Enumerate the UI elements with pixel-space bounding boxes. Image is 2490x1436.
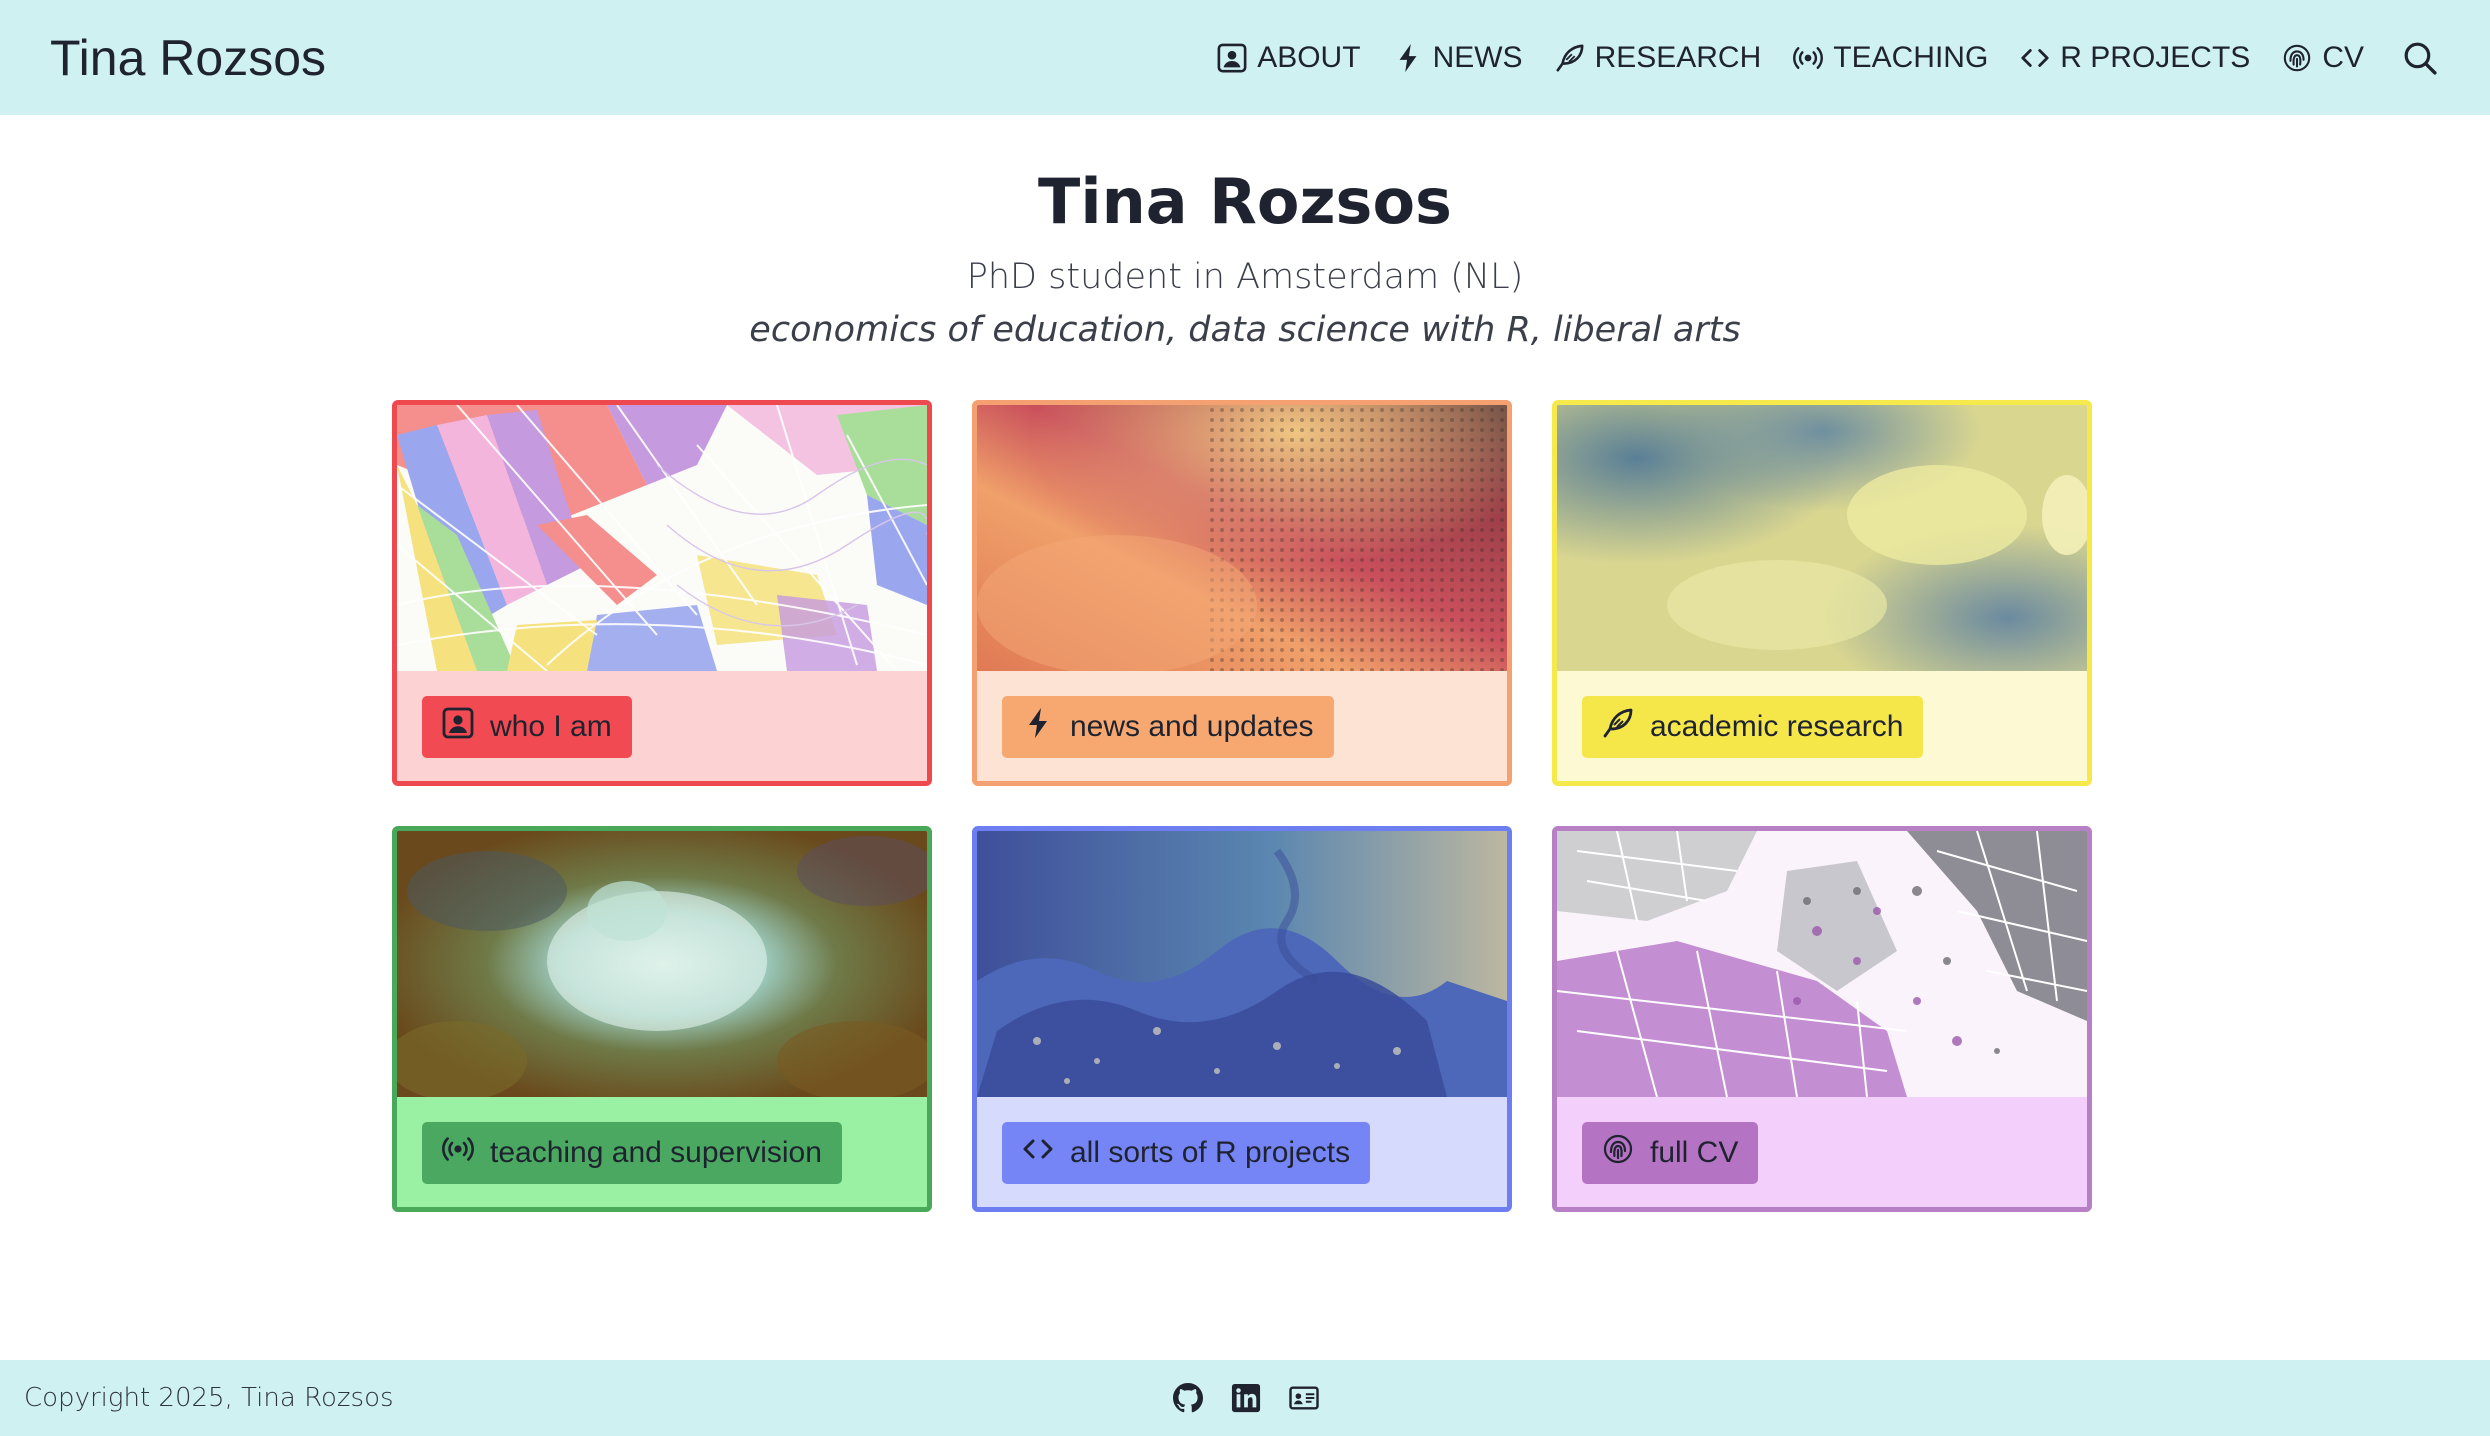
- broadcast-icon: [1791, 41, 1825, 75]
- nav-label: R PROJECTS: [2060, 40, 2251, 74]
- linkedin-icon[interactable]: [1228, 1380, 1264, 1416]
- r-projects-button[interactable]: all sorts of R projects: [1002, 1122, 1371, 1184]
- email-card-icon[interactable]: [1286, 1380, 1322, 1416]
- teaching-and-supervision-button[interactable]: teaching and supervision: [422, 1122, 842, 1184]
- code-icon: [2018, 41, 2052, 75]
- site-brand[interactable]: Tina Rozsos: [50, 29, 326, 87]
- page-tagline: economics of education, data science wit…: [749, 310, 1741, 350]
- who-i-am-button[interactable]: who I am: [422, 696, 632, 758]
- card-image: [397, 831, 927, 1097]
- card-about[interactable]: who I am: [392, 400, 932, 786]
- card-news[interactable]: news and updates: [972, 400, 1512, 786]
- fingerprint-icon: [1602, 1133, 1634, 1173]
- card-cv[interactable]: full CV: [1552, 826, 2092, 1212]
- nav-label: NEWS: [1432, 40, 1523, 74]
- card-image: [397, 405, 927, 671]
- card-label: academic research: [1650, 710, 1904, 743]
- card-label: who I am: [490, 710, 612, 743]
- hero: Tina Rozsos PhD student in Amsterdam (NL…: [0, 160, 2490, 358]
- card-footer: full CV: [1557, 1097, 2087, 1207]
- feather-icon: [1602, 707, 1634, 747]
- card-teaching[interactable]: teaching and supervision: [392, 826, 932, 1212]
- nav-item-cv[interactable]: CV: [2280, 41, 2364, 75]
- academic-research-button[interactable]: academic research: [1582, 696, 1924, 758]
- nav-label: ABOUT: [1257, 40, 1361, 74]
- fingerprint-icon: [2280, 41, 2314, 75]
- footer: Copyright 2025, Tina Rozsos: [0, 1360, 2490, 1436]
- card-footer: teaching and supervision: [397, 1097, 927, 1207]
- card-label: all sorts of R projects: [1070, 1136, 1351, 1169]
- card-image: [977, 831, 1507, 1097]
- nav-item-r-projects[interactable]: R PROJECTS: [2018, 41, 2250, 75]
- nav-label: RESEARCH: [1594, 40, 1762, 74]
- card-grid: who I am news and updates academic resea…: [392, 400, 2094, 1220]
- card-label: news and updates: [1070, 710, 1314, 743]
- card-footer: news and updates: [977, 671, 1507, 781]
- search-icon[interactable]: [2400, 38, 2440, 78]
- feather-icon: [1553, 41, 1587, 75]
- card-research[interactable]: academic research: [1552, 400, 2092, 786]
- card-footer: who I am: [397, 671, 927, 781]
- lightning-icon: [1391, 41, 1425, 75]
- code-icon: [1022, 1133, 1054, 1173]
- page-title: Tina Rozsos: [1038, 165, 1452, 238]
- github-icon[interactable]: [1170, 1380, 1206, 1416]
- card-image: [1557, 405, 2087, 671]
- card-label: full CV: [1650, 1136, 1739, 1169]
- card-footer: academic research: [1557, 671, 2087, 781]
- person-badge-icon: [442, 707, 474, 747]
- card-footer: all sorts of R projects: [977, 1097, 1507, 1207]
- full-cv-button[interactable]: full CV: [1582, 1122, 1759, 1184]
- card-r-projects[interactable]: all sorts of R projects: [972, 826, 1512, 1212]
- nav-item-about[interactable]: ABOUT: [1215, 40, 1361, 75]
- nav-item-teaching[interactable]: TEACHING: [1791, 41, 1988, 75]
- card-image: [1557, 831, 2087, 1097]
- nav-item-research[interactable]: RESEARCH: [1553, 40, 1762, 75]
- nav-menu: ABOUT NEWS RESEARCH TEACHING R PROJECTS: [1215, 38, 2440, 78]
- lightning-icon: [1022, 707, 1054, 747]
- page-subtitle: PhD student in Amsterdam (NL): [966, 257, 1524, 297]
- news-and-updates-button[interactable]: news and updates: [1002, 696, 1334, 758]
- nav-item-news[interactable]: NEWS: [1391, 41, 1523, 75]
- copyright-text: Copyright 2025, Tina Rozsos: [24, 1383, 394, 1413]
- broadcast-icon: [442, 1133, 474, 1173]
- person-badge-icon: [1215, 41, 1249, 75]
- navbar: Tina Rozsos ABOUT NEWS RESEARCH TEACHING: [0, 0, 2490, 115]
- card-image: [977, 405, 1507, 671]
- nav-label: CV: [2322, 40, 2364, 74]
- social-links: [1170, 1380, 1322, 1416]
- nav-label: TEACHING: [1833, 40, 1989, 74]
- card-label: teaching and supervision: [490, 1136, 822, 1169]
